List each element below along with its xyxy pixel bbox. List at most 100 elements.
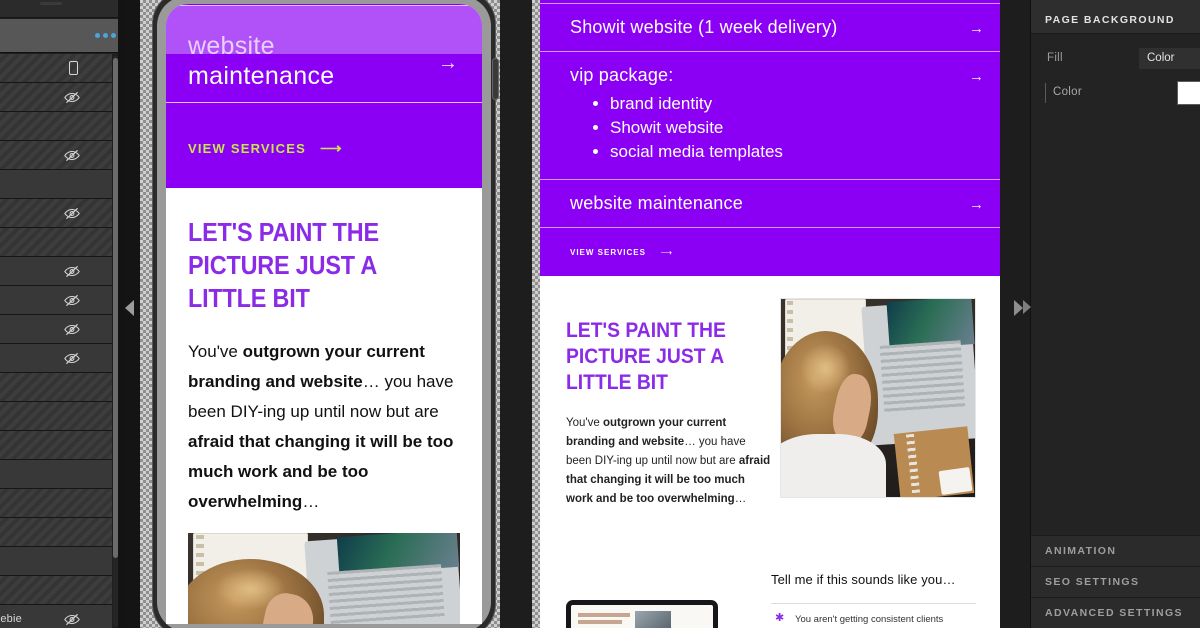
hidden-eye-icon[interactable]: [64, 323, 80, 336]
mobile-view-services-label: VIEW SERVICES: [188, 140, 306, 156]
mobile-section-paragraph: You've outgrown your current branding an…: [188, 337, 460, 517]
hidden-eye-icon[interactable]: [64, 265, 80, 278]
desktop-accordion[interactable]: brand identity→Showit website (1 week de…: [540, 0, 1002, 228]
paragraph-fragment: …: [734, 493, 747, 505]
fill-label: Fill: [1047, 52, 1063, 64]
desktop-accordion-bullet: social media templates: [610, 140, 962, 164]
hidden-eye-icon[interactable]: [64, 613, 80, 626]
color-row: Color: [1031, 79, 1200, 107]
mobile-content-section: LET'S PAINT THE PICTURE JUST A LITTLE BI…: [166, 188, 482, 624]
editor-canvas[interactable]: website maintenance → VIEW SERVICES ⟶ LE…: [124, 0, 1030, 628]
layer-list[interactable]: 1 bs e er eebie: [0, 54, 124, 628]
layer-row[interactable]: [0, 373, 112, 402]
layer-row[interactable]: er: [0, 460, 112, 489]
more-options-icon[interactable]: [95, 33, 116, 38]
layer-row[interactable]: e: [0, 402, 112, 431]
layer-row[interactable]: [0, 228, 112, 257]
arrow-long-right-icon: ⟶: [319, 140, 342, 157]
fill-row: Fill Color: [1031, 45, 1200, 73]
page-background-header[interactable]: PAGE BACKGROUND: [1031, 6, 1200, 34]
properties-section-header[interactable]: ADVANCED SETTINGS: [1031, 597, 1200, 628]
arrow-right-icon[interactable]: →: [969, 196, 984, 213]
layer-row[interactable]: [0, 547, 112, 576]
desktop-device-mockup: [560, 594, 770, 628]
color-swatch[interactable]: [1177, 81, 1200, 105]
hidden-eye-icon[interactable]: [64, 91, 80, 104]
layer-row[interactable]: eebie: [0, 605, 112, 628]
layers-panel-toolbar[interactable]: [0, 19, 124, 53]
mobile-side-button-icon: [492, 58, 499, 100]
layers-panel-titlebar: [0, 0, 124, 18]
mobile-section-photo: [188, 533, 460, 624]
properties-panel: PAGE BACKGROUND Fill Color Color ANIMATI…: [1023, 0, 1200, 628]
showit-editor-window: 1 bs e er eebie website maintenance → VIEW S…: [0, 0, 1200, 628]
properties-panel-sections: ANIMATION SEO SETTINGS ADVANCED SETTINGS: [1031, 535, 1200, 628]
arrow-long-right-icon: ⟶: [660, 248, 672, 257]
layer-row[interactable]: [0, 257, 112, 286]
layer-row[interactable]: [0, 489, 112, 518]
hidden-eye-icon[interactable]: [64, 149, 80, 162]
page-background-title: PAGE BACKGROUND: [1045, 14, 1175, 26]
fill-select[interactable]: Color: [1139, 48, 1200, 69]
desktop-accordion-row[interactable]: website maintenance →: [540, 180, 1002, 228]
page-background-body: Fill Color Color: [1031, 35, 1200, 548]
desktop-accordion-bullets: brand identityShowit websitesocial media…: [610, 92, 962, 164]
desktop-section-photo: [780, 298, 976, 498]
collapse-properties-panel-icon[interactable]: [1023, 300, 1031, 314]
properties-section-label: ADVANCED SETTINGS: [1045, 607, 1183, 619]
hidden-eye-icon[interactable]: [64, 207, 80, 220]
mobile-accordion-open-label: maintenance: [188, 62, 335, 90]
layer-row[interactable]: bs: [0, 286, 112, 315]
paragraph-fragment: You've: [566, 417, 603, 429]
hidden-eye-icon[interactable]: [64, 294, 80, 307]
properties-section-header[interactable]: SEO SETTINGS: [1031, 566, 1200, 597]
layer-row[interactable]: [0, 576, 112, 605]
mobile-accordion[interactable]: website maintenance → VIEW SERVICES ⟶: [166, 4, 482, 188]
layers-panel: 1 bs e er eebie: [0, 0, 124, 628]
layer-row[interactable]: [0, 112, 112, 141]
layer-row[interactable]: 1: [0, 141, 112, 170]
color-label: Color: [1053, 86, 1082, 98]
star-bullet-icon: ✱: [775, 612, 785, 624]
layer-row[interactable]: [0, 315, 112, 344]
desktop-accordion-bullet: brand identity: [610, 92, 962, 116]
desktop-accordion-row[interactable]: Showit website (1 week delivery) →: [540, 4, 1002, 52]
collapse-right-panel-icon[interactable]: [1014, 300, 1023, 316]
layer-row[interactable]: [0, 199, 112, 228]
hidden-eye-icon[interactable]: [64, 352, 80, 365]
paragraph-fragment: …: [302, 492, 320, 511]
layer-row[interactable]: [0, 518, 112, 547]
nesting-indicator: [1045, 83, 1046, 103]
properties-section-label: SEO SETTINGS: [1045, 576, 1140, 588]
layer-row[interactable]: [0, 344, 112, 373]
layer-row[interactable]: [0, 431, 112, 460]
properties-section-label: ANIMATION: [1045, 545, 1117, 557]
tell-me-block: Tell me if this sounds like you… ✱ You ar…: [771, 572, 976, 628]
drag-handle[interactable]: [40, 2, 62, 5]
mobile-view-services-button[interactable]: VIEW SERVICES ⟶: [188, 139, 341, 157]
desktop-accordion-label: Showit website (1 week delivery): [570, 17, 838, 37]
arrow-right-icon[interactable]: →: [969, 20, 984, 37]
desktop-accordion-row[interactable]: vip package: brand identityShowit website…: [540, 52, 1002, 180]
layer-row[interactable]: [0, 83, 112, 112]
layer-row[interactable]: [0, 54, 112, 83]
layer-row[interactable]: [0, 170, 112, 199]
divider: [166, 102, 482, 103]
layer-row-label: eebie: [0, 613, 22, 625]
desktop-view-services-button[interactable]: VIEW SERVICES ⟶: [540, 228, 1002, 276]
mobile-accordion-prev-label: website: [188, 32, 275, 60]
desktop-content-section: LET'S PAINT THE PICTURE JUST A LITTLE BI…: [540, 276, 1002, 628]
tell-me-item-label: You aren't getting consistent clients: [795, 614, 944, 625]
mobile-section-heading: LET'S PAINT THE PICTURE JUST A LITTLE BI…: [188, 217, 379, 313]
arrow-right-icon[interactable]: →: [438, 52, 458, 75]
collapse-left-panel-icon[interactable]: [125, 300, 134, 316]
mobile-preview[interactable]: website maintenance → VIEW SERVICES ⟶ LE…: [166, 4, 482, 624]
paragraph-fragment: afraid that changing it will be too much…: [188, 432, 454, 511]
desktop-preview[interactable]: brand identity→Showit website (1 week de…: [540, 0, 1002, 628]
properties-section-header[interactable]: ANIMATION: [1031, 535, 1200, 566]
tell-me-heading: Tell me if this sounds like you…: [771, 572, 956, 587]
mobile-icon[interactable]: [69, 61, 78, 75]
desktop-view-services-label: VIEW SERVICES: [570, 248, 646, 257]
desktop-accordion-label: website maintenance: [570, 193, 743, 213]
arrow-right-icon[interactable]: →: [969, 68, 984, 85]
